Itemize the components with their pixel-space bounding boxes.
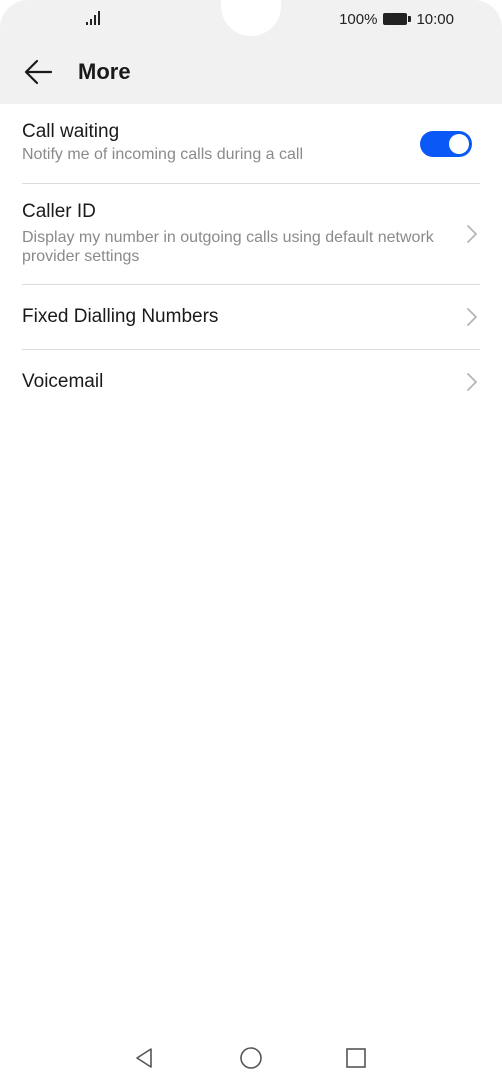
- triangle-back-icon: [136, 1048, 152, 1068]
- toolbar: More: [0, 46, 502, 98]
- caller-id-text: Caller ID Display my number in outgoing …: [22, 200, 442, 266]
- screen: 100% 10:00 More Call waiting Notify me o…: [0, 0, 502, 1087]
- page-title: More: [78, 59, 131, 84]
- camera-notch: [221, 0, 281, 36]
- back-button[interactable]: [20, 56, 56, 88]
- setting-fixed-dialling-numbers[interactable]: Fixed Dialling Numbers: [22, 285, 480, 350]
- caller-id-subtitle: Display my number in outgoing calls usin…: [22, 229, 434, 265]
- settings-list: Call waiting Notify me of incoming calls…: [0, 104, 502, 414]
- battery-percent: 100%: [339, 10, 378, 28]
- chevron-right-icon: [467, 225, 477, 243]
- arrow-left-icon: [24, 59, 53, 85]
- circle-home-icon: [240, 1047, 262, 1069]
- nav-back-button[interactable]: [130, 1044, 158, 1072]
- nav-home-button[interactable]: [237, 1044, 265, 1072]
- status-bar-right: 100% 10:00: [339, 10, 454, 28]
- call-waiting-toggle[interactable]: [420, 131, 472, 157]
- battery-full-icon: [383, 13, 412, 25]
- chevron-right-icon: [467, 308, 477, 326]
- chevron-right-icon: [467, 373, 477, 391]
- call-waiting-subtitle: Notify me of incoming calls during a cal…: [22, 146, 304, 163]
- fixed-dialling-title: Fixed Dialling Numbers: [22, 306, 219, 327]
- setting-call-waiting[interactable]: Call waiting Notify me of incoming calls…: [22, 104, 480, 184]
- caller-id-title: Caller ID: [22, 201, 96, 222]
- square-recents-icon: [346, 1048, 366, 1068]
- toggle-knob: [449, 134, 469, 154]
- call-waiting-title: Call waiting: [22, 121, 120, 142]
- signal-bars-icon: [86, 11, 100, 25]
- setting-voicemail[interactable]: Voicemail: [22, 350, 480, 414]
- status-time: 10:00: [416, 10, 454, 28]
- setting-caller-id[interactable]: Caller ID Display my number in outgoing …: [22, 184, 480, 285]
- system-nav-bar: [0, 1030, 502, 1087]
- voicemail-title: Voicemail: [22, 371, 104, 392]
- nav-recents-button[interactable]: [342, 1044, 370, 1072]
- app-header: 100% 10:00 More: [0, 0, 502, 104]
